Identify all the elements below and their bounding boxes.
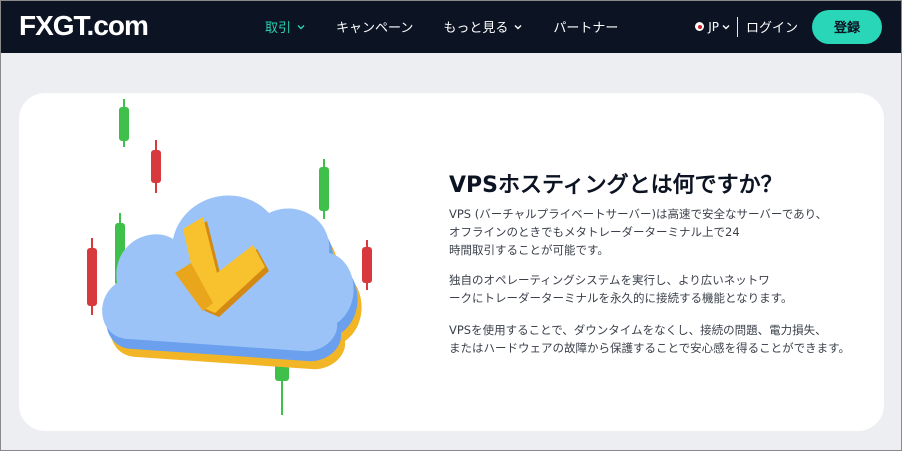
text-line: オフラインのときでもメタトレーダーターミナル上で24 bbox=[449, 225, 740, 239]
register-button[interactable]: 登録 bbox=[812, 9, 882, 44]
nav-item-partner[interactable]: パートナー bbox=[553, 17, 618, 36]
description-paragraph: 独自のオペレーティングシステムを実行し、より広いネットワ ークにトレーダーターミ… bbox=[449, 271, 869, 307]
nav-item-label: パートナー bbox=[553, 21, 619, 36]
language-selector[interactable]: JP bbox=[695, 20, 731, 34]
nav-item-label: もっと見る bbox=[443, 21, 509, 36]
nav-item-more[interactable]: もっと見る bbox=[443, 17, 523, 36]
top-navbar: FXGT.com 取引 キャンペーン もっと見る パートナー JP ログイン 登… bbox=[0, 0, 902, 53]
chevron-down-icon bbox=[722, 24, 730, 29]
text-line: 独自のオペレーティングシステムを実行し、より広いネットワ bbox=[449, 273, 770, 287]
text-line: VPSを使用することで、ダウンタイムをなくし、接続の問題、電力損失、 bbox=[449, 323, 827, 337]
divider bbox=[736, 16, 738, 37]
japan-flag-icon bbox=[695, 22, 705, 31]
login-link[interactable]: ログイン bbox=[746, 17, 798, 36]
main-nav: 取引 キャンペーン もっと見る パートナー bbox=[265, 0, 648, 53]
section-heading: VPSホスティングとは何ですか？ bbox=[449, 173, 783, 198]
description-paragraph: VPS (バーチャルプライベートサーバー)は高速で安全なサーバーであり、 オフラ… bbox=[449, 205, 869, 259]
site-logo[interactable]: FXGT.com bbox=[19, 10, 149, 42]
text-line: ークにトレーダーターミナルを永久的に接続する機能となります。 bbox=[449, 291, 793, 305]
vps-info-card: VPSホスティングとは何ですか？ VPS (バーチャルプライベートサーバー)は高… bbox=[19, 93, 884, 431]
nav-item-campaign[interactable]: キャンペーン bbox=[336, 17, 413, 36]
chevron-down-icon bbox=[297, 24, 305, 29]
text-line: またはハードウェアの故障から保護することで安心感を得ることができます。 bbox=[449, 341, 851, 355]
description-paragraph: VPSを使用することで、ダウンタイムをなくし、接続の問題、電力損失、 またはハー… bbox=[449, 321, 869, 357]
nav-item-trading[interactable]: 取引 bbox=[265, 17, 306, 36]
text-line: VPS (バーチャルプライベートサーバー)は高速で安全なサーバーであり、 bbox=[449, 207, 828, 221]
text-line: 時間取引することが可能です。 bbox=[449, 243, 609, 257]
language-code: JP bbox=[708, 19, 719, 34]
nav-right: JP ログイン 登録 bbox=[695, 0, 882, 53]
nav-item-label: 取引 bbox=[265, 21, 292, 36]
nav-item-label: キャンペーン bbox=[336, 21, 414, 36]
chevron-down-icon bbox=[514, 24, 522, 29]
vps-cloud-illustration bbox=[87, 99, 372, 415]
